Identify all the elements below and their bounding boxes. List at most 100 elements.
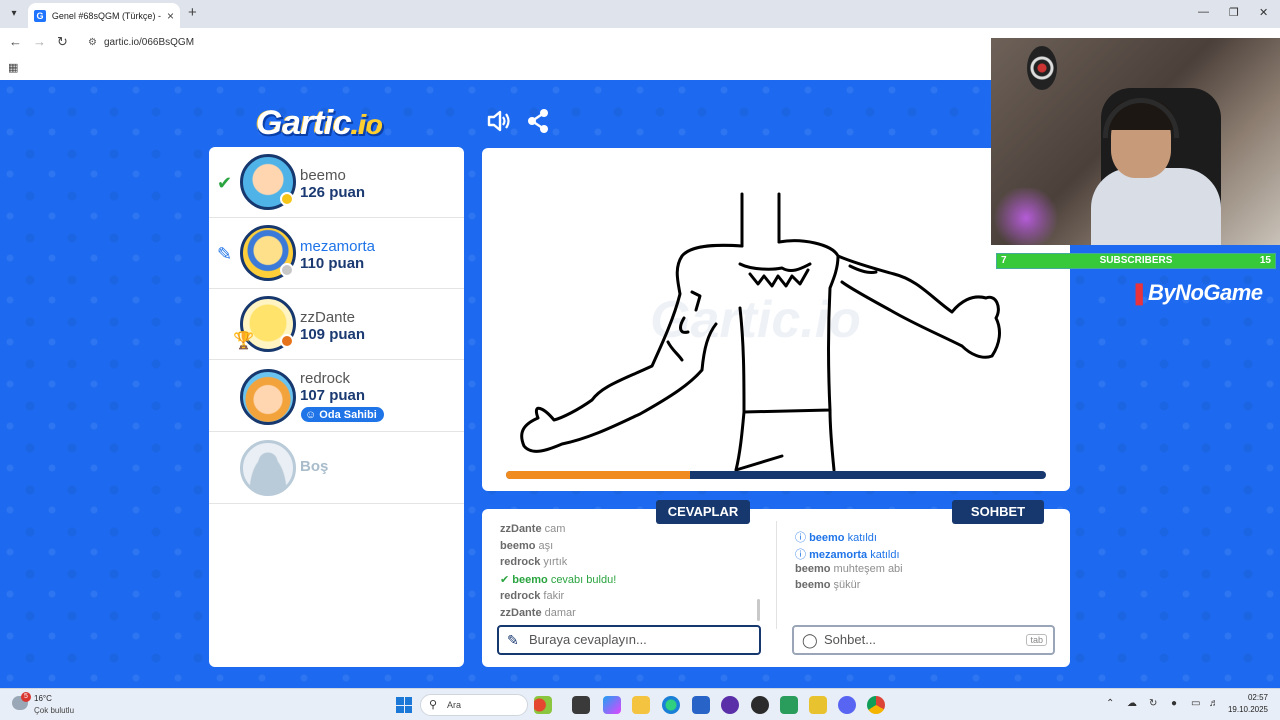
clock-date[interactable]: 19.10.2025 [1226, 705, 1268, 714]
player-score: 107 puan [300, 387, 366, 404]
onedrive-icon[interactable]: ☁ [1127, 698, 1137, 709]
drawing-canvas[interactable]: Gartic.io [482, 148, 1070, 491]
drawing-pencil-icon: ✎ [217, 244, 233, 264]
answer-message: zzDante cam [500, 523, 566, 535]
chat-app-icon[interactable] [780, 696, 798, 714]
bynogame-logo: ❚ByNoGame [1130, 280, 1263, 305]
info-icon: ⓘ [795, 549, 806, 561]
streamer-body [1091, 168, 1221, 245]
info-icon: ⓘ [795, 532, 806, 544]
taskbar-search[interactable]: ⚲ Ara [420, 694, 528, 716]
player-row[interactable]: redrock 107 puan ☺ Oda Sahibi [209, 360, 464, 432]
pencil-icon: ✎ [507, 632, 519, 648]
chat-message: beemo muhteşem abi [795, 563, 903, 575]
chat-panels: CEVAPLAR SOHBET zzDante cam beemo aşı re… [482, 500, 1070, 667]
restore-icon[interactable]: ❐ [1229, 6, 1239, 19]
check-icon: ✔ [500, 574, 510, 586]
chat-label: SOHBET [952, 500, 1044, 524]
round-timer-fill [506, 471, 690, 479]
apps-grid-icon[interactable]: ▦ [8, 61, 18, 74]
player-row[interactable]: ✎ mezamorta 110 puan [209, 218, 464, 289]
avatar [240, 369, 296, 425]
new-tab-icon[interactable]: + [188, 4, 197, 21]
answers-scrollbar[interactable] [757, 599, 760, 621]
task-view-icon[interactable] [572, 696, 590, 714]
site-info-icon[interactable]: ⚙ [88, 37, 97, 48]
app-icon[interactable] [809, 696, 827, 714]
dartboard [1027, 46, 1057, 90]
sound-icon[interactable] [486, 108, 512, 134]
discord-icon[interactable] [838, 696, 856, 714]
player-row[interactable]: ✔ beemo 126 puan [209, 147, 464, 218]
answer-input[interactable] [529, 632, 753, 647]
back-icon[interactable]: ← [9, 34, 22, 49]
tab-search-chevron-icon[interactable]: ▾ [6, 6, 22, 22]
browser-tab-bar: ▾ G Genel #68sQGM (Türkçe) - Gar × + — ❐… [0, 0, 1280, 28]
fruit-app-icon[interactable] [534, 696, 552, 714]
chat-info-message: ⓘ mezamorta katıldı [795, 549, 900, 561]
subscriber-goal-bar: 7 SUBSCRIBERS 15 [996, 253, 1276, 269]
player-row[interactable]: 🏆 zzDante 109 puan [209, 289, 464, 360]
minimize-icon[interactable]: — [1198, 6, 1209, 18]
background-light [991, 188, 1061, 245]
chat-message: beemo şükür [795, 579, 861, 591]
status-dot [280, 192, 294, 206]
player-name: zzDante [300, 309, 356, 326]
empty-player-slot: Boş [209, 432, 464, 504]
answer-message: beemo aşı [500, 540, 554, 552]
chrome-icon[interactable] [867, 696, 885, 714]
close-window-icon[interactable]: ✕ [1259, 6, 1268, 19]
obs-icon[interactable] [721, 696, 739, 714]
sync-icon[interactable]: ↻ [1149, 698, 1157, 709]
player-name: beemo [300, 167, 346, 184]
search-icon: ⚲ [429, 699, 438, 711]
webcam-overlay [991, 38, 1280, 245]
tray-chevron-icon[interactable]: ⌃ [1106, 698, 1114, 709]
status-dot [280, 334, 294, 348]
empty-slot-label: Boş [300, 458, 329, 475]
browser-tab[interactable]: G Genel #68sQGM (Türkçe) - Gar × [28, 3, 180, 28]
store-icon[interactable] [692, 696, 710, 714]
search-label: Ara [447, 700, 462, 710]
subscriber-label: SUBSCRIBERS [1099, 255, 1173, 266]
temperature[interactable]: 16°C [34, 694, 52, 703]
answers-label: CEVAPLAR [656, 500, 750, 524]
tab-title: Genel #68sQGM (Türkçe) - Gar [51, 10, 163, 21]
room-owner-badge: ☺ Oda Sahibi [300, 406, 385, 423]
edge-icon[interactable] [662, 696, 680, 714]
windows-start-icon[interactable] [396, 697, 412, 713]
round-timer-bar [506, 471, 1046, 479]
chat-input-box[interactable]: ◯ tab [792, 625, 1055, 655]
chat-bubble-icon: ◯ [802, 632, 818, 648]
players-panel: ✔ beemo 126 puan ✎ mezamorta 110 puan 🏆 … [209, 147, 464, 667]
weather-description[interactable]: Çok bulutlu [34, 706, 74, 715]
file-explorer-icon[interactable] [632, 696, 650, 714]
brand-mark-icon: ❚ [1130, 280, 1148, 305]
guessed-check-icon: ✔ [217, 173, 233, 193]
empty-avatar-icon [240, 440, 296, 496]
answer-message: redrock yırtık [500, 556, 568, 568]
share-icon[interactable] [526, 108, 550, 134]
forward-icon[interactable]: → [33, 34, 46, 49]
copilot-icon[interactable] [603, 696, 621, 714]
microphone-icon[interactable]: ● [1171, 698, 1177, 709]
player-score: 126 puan [300, 184, 366, 201]
url-text[interactable]: gartic.io/066BsQGM [104, 37, 194, 48]
tab-close-icon[interactable]: × [167, 9, 174, 23]
volume-icon[interactable]: ♬ [1209, 698, 1219, 709]
trophy-icon: 🏆 [233, 331, 255, 350]
reload-icon[interactable]: ↻ [57, 34, 68, 50]
tab-key-hint: tab [1026, 634, 1047, 646]
gartic-favicon-icon: G [34, 9, 46, 22]
windows-taskbar: 5 16°C Çok bulutlu ⚲ Ara ⌃ ☁ ↻ ● ▭ ♬ 02:… [0, 688, 1280, 720]
player-name: mezamorta [300, 238, 376, 255]
chat-input[interactable] [824, 632, 1014, 647]
drawing-strokes [520, 192, 1001, 472]
answer-input-box[interactable]: ✎ [497, 625, 761, 655]
steam-icon[interactable] [751, 696, 769, 714]
player-score: 110 puan [300, 255, 365, 272]
clock-time[interactable]: 02:57 [1240, 693, 1268, 702]
chat-info-message: ⓘ beemo katıldı [795, 532, 877, 544]
answer-success-message: ✔ beemo cevabı buldu! [500, 574, 617, 586]
display-icon[interactable]: ▭ [1191, 698, 1200, 709]
